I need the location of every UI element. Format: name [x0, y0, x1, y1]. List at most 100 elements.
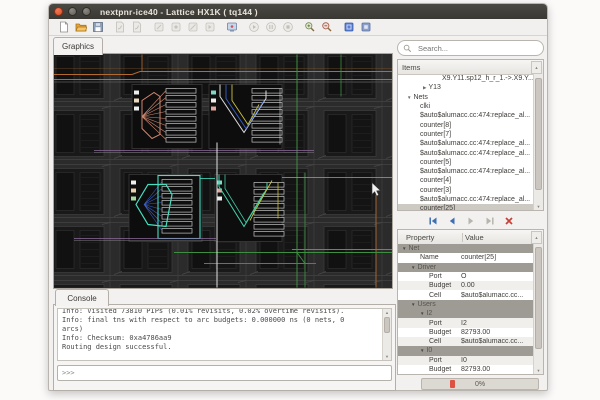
- property-key: Budget: [398, 329, 459, 336]
- tree-item-label: $auto$alumacc.cc:474:replace_al...: [420, 140, 530, 147]
- expanded-arrow-icon[interactable]: ▼: [407, 95, 411, 100]
- zoom-in-icon[interactable]: [303, 21, 316, 34]
- property-group-i2[interactable]: ▼I2: [398, 309, 534, 318]
- tree-item-auto-alumacc-cc-474-replace-al[interactable]: $auto$alumacc.cc:474:replace_al...: [398, 167, 534, 176]
- property-row-name[interactable]: Namecounter[25]: [398, 253, 534, 262]
- open-file-icon[interactable]: [74, 21, 87, 34]
- property-row-cell[interactable]: Cell$auto$alumacc.cc...: [398, 337, 534, 346]
- tree-item-counter-8[interactable]: counter[8]: [398, 120, 534, 129]
- search-input[interactable]: [416, 43, 538, 54]
- tab-graphics-label: Graphics: [62, 42, 94, 51]
- tree-item-nets[interactable]: ▼Nets: [398, 93, 534, 102]
- property-key: Budget: [398, 282, 459, 289]
- scroll-up-icon[interactable]: ▲: [531, 61, 542, 74]
- previous-item-button[interactable]: [447, 216, 457, 226]
- tree-item-counter-3[interactable]: counter[3]: [398, 186, 534, 195]
- tree-item-auto-alumacc-cc-474-replace-al[interactable]: $auto$alumacc.cc:474:replace_al...: [398, 148, 534, 157]
- items-panel-header: Items ▲: [398, 60, 543, 75]
- tree-item-counter-7[interactable]: counter[7]: [398, 130, 534, 139]
- property-scrollbar[interactable]: ▼: [533, 244, 543, 374]
- property-row-budget[interactable]: Budget82793.00: [398, 328, 534, 337]
- property-group-net[interactable]: ▼Net: [398, 244, 534, 253]
- scroll-up-icon[interactable]: ▲: [383, 309, 391, 316]
- property-group-label: Users: [417, 301, 435, 308]
- pause-task-icon[interactable]: [264, 21, 277, 34]
- property-row-port[interactable]: PortI2: [398, 318, 534, 327]
- first-item-button[interactable]: [428, 216, 438, 226]
- play-task-icon[interactable]: [247, 21, 260, 34]
- close-window-button[interactable]: [54, 7, 63, 16]
- items-panel: Items ▲ X9.Y11.sp12_h_r_1.->.X9.Y...▶Y13…: [397, 59, 544, 211]
- route-action-icon[interactable]: [186, 21, 199, 34]
- zoom-selection-icon[interactable]: [342, 21, 355, 34]
- expanded-arrow-icon[interactable]: ▼: [411, 302, 415, 307]
- console-panel: Console Info: Visited 73810 PIPs (0.01% …: [53, 289, 396, 391]
- new-file-icon[interactable]: [57, 21, 70, 34]
- property-group-i0[interactable]: ▼I0: [398, 346, 534, 355]
- console-scrollbar[interactable]: ▲ ▼: [382, 309, 391, 360]
- search-box[interactable]: [397, 40, 544, 56]
- collapsed-arrow-icon[interactable]: ▶: [423, 85, 426, 91]
- property-group-label: I0: [426, 347, 432, 354]
- tab-console[interactable]: Console: [55, 289, 109, 306]
- console-input[interactable]: [57, 365, 392, 381]
- expanded-arrow-icon[interactable]: ▼: [420, 348, 424, 353]
- scroll-up-icon[interactable]: ▲: [531, 231, 542, 244]
- tree-item-label: $auto$alumacc.cc:474:replace_al...: [420, 196, 530, 203]
- scroll-down-icon[interactable]: ▼: [383, 353, 391, 360]
- property-group-users[interactable]: ▼Users: [398, 300, 534, 309]
- last-item-button[interactable]: [485, 216, 495, 226]
- property-row-cell[interactable]: Cell$auto$alumacc.cc...: [398, 290, 534, 299]
- progress-label: 0%: [422, 379, 538, 389]
- clear-selection-button[interactable]: [504, 216, 514, 226]
- property-row-port[interactable]: PortO: [398, 272, 534, 281]
- pack-action-icon[interactable]: [152, 21, 165, 34]
- execute-action-icon[interactable]: [203, 21, 216, 34]
- tree-item-y13[interactable]: ▶Y13: [398, 83, 534, 92]
- items-tree[interactable]: X9.Y11.sp12_h_r_1.->.X9.Y...▶Y13▼Netsclk…: [398, 74, 534, 210]
- tree-item-auto-alumacc-cc-474-replace-al[interactable]: $auto$alumacc.cc:474:replace_al...: [398, 195, 534, 204]
- tree-item-label: counter[25]: [420, 205, 455, 210]
- property-table-body[interactable]: ▼NetNamecounter[25]▼DriverPortOBudget0.0…: [398, 244, 534, 374]
- property-row-port[interactable]: PortI0: [398, 356, 534, 365]
- zoom-out-icon[interactable]: [320, 21, 333, 34]
- tree-item-counter-4[interactable]: counter[4]: [398, 176, 534, 185]
- save-file-icon[interactable]: [91, 21, 104, 34]
- tree-item-counter-5[interactable]: counter[5]: [398, 158, 534, 167]
- tree-item-clki[interactable]: clki: [398, 102, 534, 111]
- property-key: Port: [398, 273, 459, 280]
- export-file-icon-2[interactable]: [130, 21, 143, 34]
- property-value: 82793.00: [459, 329, 534, 336]
- tab-graphics[interactable]: Graphics: [53, 37, 103, 55]
- minimize-window-button[interactable]: [68, 7, 77, 16]
- maximize-window-button[interactable]: [82, 7, 91, 16]
- tree-item-label: counter[7]: [420, 131, 451, 138]
- scroll-down-icon[interactable]: ▼: [534, 367, 543, 374]
- items-panel-title: Items: [402, 63, 420, 72]
- scroll-down-icon[interactable]: ▼: [534, 203, 543, 210]
- zoom-outbound-icon[interactable]: [359, 21, 372, 34]
- property-group-driver[interactable]: ▼Driver: [398, 263, 534, 272]
- property-row-budget[interactable]: Budget82793.00: [398, 365, 534, 374]
- tree-item-x9-y11-sp12-h-r-1-x9-y[interactable]: X9.Y11.sp12_h_r_1.->.X9.Y...: [398, 74, 534, 83]
- titlebar[interactable]: nextpnr-ice40 - Lattice HX1K ( tq144 ): [49, 4, 547, 19]
- expanded-arrow-icon[interactable]: ▼: [402, 246, 406, 251]
- expanded-arrow-icon[interactable]: ▼: [420, 311, 424, 316]
- console-log[interactable]: Info: Visited 73810 PIPs (0.01% revisits…: [57, 308, 392, 361]
- place-action-icon[interactable]: [169, 21, 182, 34]
- tree-item-auto-alumacc-cc-474-replace-al[interactable]: $auto$alumacc.cc:474:replace_al...: [398, 111, 534, 120]
- tree-item-label: counter[3]: [420, 187, 451, 194]
- fpga-graphics-canvas[interactable]: [53, 53, 393, 289]
- next-item-button[interactable]: [466, 216, 476, 226]
- export-file-icon-1[interactable]: [113, 21, 126, 34]
- property-row-budget[interactable]: Budget0.00: [398, 281, 534, 290]
- tree-item-auto-alumacc-cc-474-replace-al[interactable]: $auto$alumacc.cc:474:replace_al...: [398, 139, 534, 148]
- tree-item-counter-25[interactable]: counter[25]: [398, 204, 534, 210]
- screenshot-icon[interactable]: [225, 21, 238, 34]
- stop-task-icon[interactable]: [281, 21, 294, 34]
- expanded-arrow-icon[interactable]: ▼: [411, 265, 415, 270]
- property-panel: Property Value ▲ ▼NetNamecounter[25]▼Dri…: [397, 229, 544, 375]
- tree-item-label: clki: [420, 103, 430, 110]
- items-scrollbar[interactable]: ▼: [533, 74, 543, 210]
- logic-tile-salmon: [132, 85, 202, 149]
